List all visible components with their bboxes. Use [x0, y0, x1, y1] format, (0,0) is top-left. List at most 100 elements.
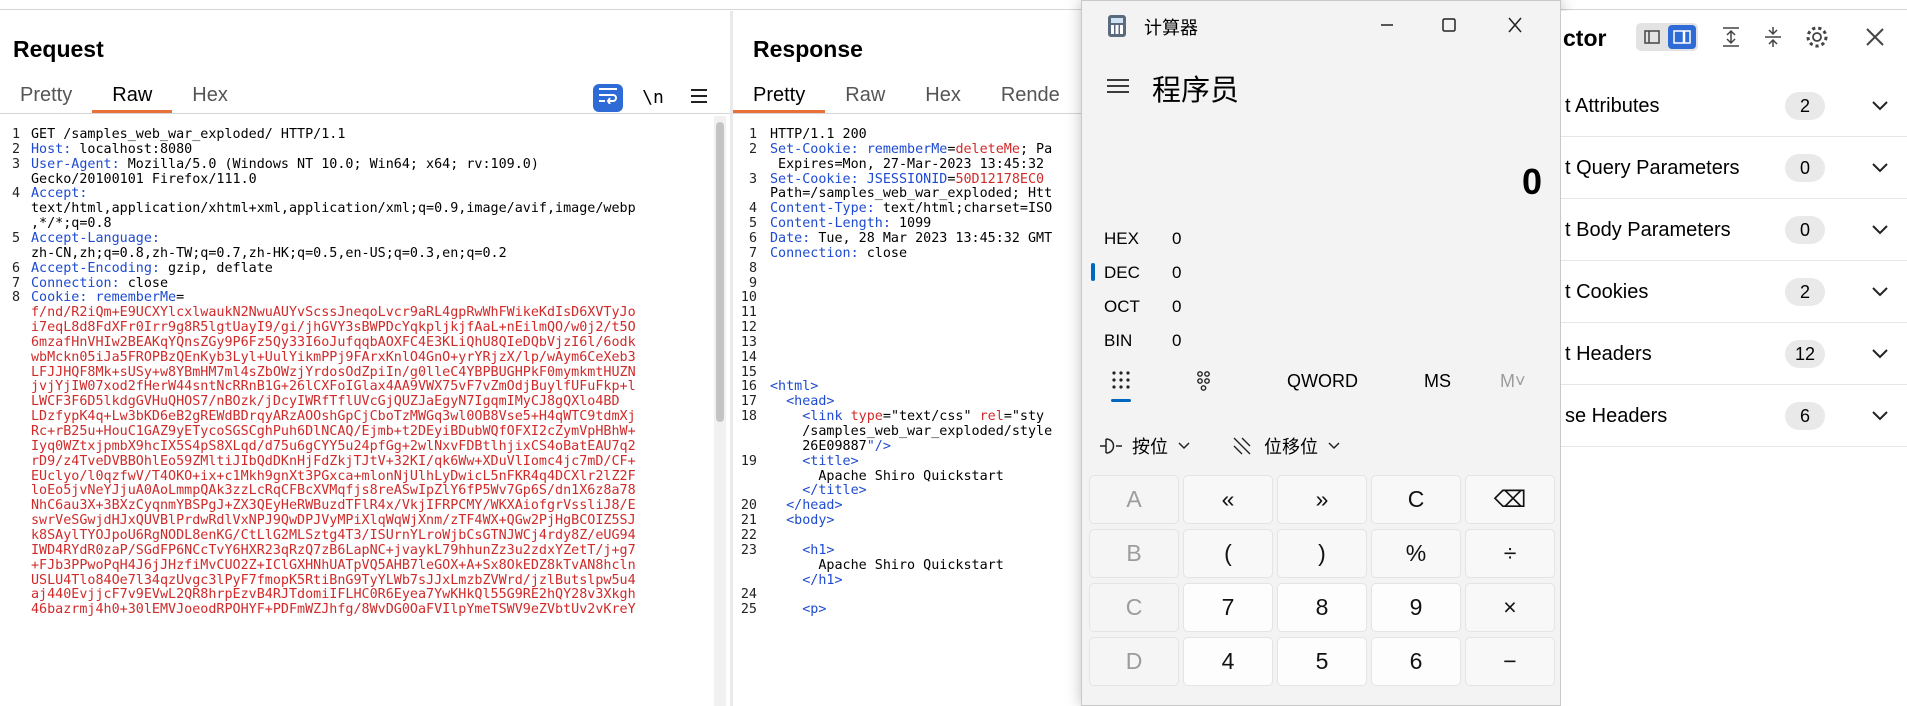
code-token: <head> [786, 394, 835, 410]
base-row-hex[interactable]: HEX 0 [1086, 221, 1526, 255]
gear-icon[interactable] [1804, 24, 1830, 50]
code-token: rel [979, 409, 1004, 425]
key-r2c1[interactable]: 7 [1183, 583, 1273, 632]
bit-shift-dropdown[interactable]: 位移位 [1230, 431, 1344, 461]
code-token: <link [802, 409, 851, 425]
scrollbar-thumb[interactable] [716, 122, 724, 422]
code-token: wbMckn05iJa5FROPBzQEnKyb3Lyl+UulYikmPPj9… [31, 349, 636, 365]
code-token: zh-CN,zh;q=0.8,zh-TW;q=0.7,zh-HK;q=0.5,e… [31, 245, 507, 261]
code-token: GET /samples_web_war_exploded/ HTTP/1.1 [31, 127, 346, 142]
menu-icon[interactable] [684, 84, 714, 112]
chevron-down-icon[interactable] [1868, 280, 1892, 304]
line-number: 25 [740, 602, 757, 618]
code-token: </h1> [802, 572, 843, 588]
key-r2c2[interactable]: 8 [1277, 583, 1367, 632]
chevron-down-icon[interactable] [1868, 404, 1892, 428]
code-token: ,*/*;q=0.8 [31, 216, 112, 232]
count-badge: 2 [1785, 92, 1825, 120]
chevron-down-icon [1178, 442, 1190, 450]
tab-raw[interactable]: Raw [825, 77, 905, 113]
side-layout-icon[interactable] [1668, 25, 1696, 49]
inspector-section[interactable]: t Body Parameters 0 [1561, 199, 1907, 261]
key-r0c4[interactable]: ⌫ [1465, 475, 1555, 524]
key-r3c3[interactable]: 6 [1371, 637, 1461, 686]
tab-pretty[interactable]: Pretty [733, 77, 826, 113]
code-token: Tue, 28 Mar 2023 13:45:32 GMT [810, 230, 1053, 246]
key-r1c2[interactable]: ) [1277, 529, 1367, 578]
expand-all-icon[interactable] [1719, 25, 1743, 49]
base-row-bin[interactable]: BIN 0 [1086, 323, 1526, 357]
tab-hex[interactable]: Hex [905, 77, 981, 113]
bitwise-dropdown[interactable]: 按位 [1098, 431, 1194, 461]
code-token: HTTP/1.1 200 [770, 127, 867, 142]
inspector-section[interactable]: t Cookies 2 [1561, 261, 1907, 323]
close-icon[interactable] [1500, 13, 1530, 37]
memory-store-button[interactable]: MS [1424, 371, 1451, 392]
key-hex-b[interactable]: B [1089, 529, 1179, 578]
key-hex-d[interactable]: D [1089, 637, 1179, 686]
inspector-section[interactable]: t Headers 12 [1561, 323, 1907, 385]
chevron-down-icon[interactable] [1868, 156, 1892, 180]
code-line: text/html,application/xhtml+xml,applicat… [31, 200, 636, 218]
code-token: close [119, 275, 169, 291]
key-r0c2[interactable]: » [1277, 475, 1367, 524]
key-r2c3[interactable]: 9 [1371, 583, 1461, 632]
code-line: </h1> [770, 572, 843, 590]
base-row-dec[interactable]: DEC 0 [1086, 255, 1526, 289]
chevron-down-icon[interactable] [1868, 218, 1892, 242]
key-r0c1[interactable]: « [1183, 475, 1273, 524]
inspector-section[interactable]: t Query Parameters 0 [1561, 137, 1907, 199]
memory-menu-button[interactable]: M˅ [1500, 371, 1526, 392]
minimize-icon[interactable] [1372, 13, 1402, 37]
inspector-section[interactable]: t Attributes 2 [1561, 75, 1907, 137]
inspector-section[interactable]: se Headers 6 [1561, 385, 1907, 447]
tab-raw[interactable]: Raw [92, 77, 173, 113]
key-hex-c[interactable]: C [1089, 583, 1179, 632]
chevron-down-icon[interactable] [1868, 94, 1892, 118]
hamburger-icon[interactable] [1104, 74, 1132, 98]
word-size-button[interactable]: QWORD [1287, 371, 1358, 392]
code-token: aj440EvjjcF7v9EVwL2QR8hrpEzvB4RJTdomiIFL… [31, 587, 636, 603]
key-r1c4[interactable]: ÷ [1465, 529, 1555, 578]
key-hex-a[interactable]: A [1089, 475, 1179, 524]
scrollbar[interactable] [714, 116, 726, 706]
key-r2c4[interactable]: × [1465, 583, 1555, 632]
code-token: </title> [802, 483, 867, 499]
base-row-oct[interactable]: OCT 0 [1086, 289, 1526, 323]
maximize-icon[interactable] [1434, 13, 1464, 37]
chevron-down-icon[interactable] [1868, 342, 1892, 366]
bitwise-icon [1100, 438, 1122, 454]
bit-toggle-icon[interactable] [1194, 369, 1216, 391]
chevron-down-icon [1328, 442, 1340, 450]
key-r3c4[interactable]: − [1465, 637, 1555, 686]
key-r3c1[interactable]: 4 [1183, 637, 1273, 686]
full-keypad-icon[interactable] [1110, 369, 1132, 391]
key-r1c3[interactable]: % [1371, 529, 1461, 578]
tab-hex[interactable]: Hex [172, 77, 248, 113]
code-token: IWD4RYdR0zaP/SGdFP6NCcTvY6HXR23qRzQ7zB6L… [31, 542, 636, 558]
list-layout-icon[interactable] [1638, 25, 1666, 49]
tab-render[interactable]: Rende [981, 77, 1080, 113]
tab-pretty[interactable]: Pretty [0, 77, 92, 113]
key-r0c3[interactable]: C [1371, 475, 1461, 524]
line-number: 5 [11, 230, 20, 246]
response-title: Response [753, 36, 863, 62]
close-icon[interactable] [1863, 25, 1887, 49]
response-panel: Response Pretty Raw Hex Rende 1 HTTP/1.1 … [733, 11, 1083, 706]
line-number: 4 [11, 186, 20, 202]
key-r1c1[interactable]: ( [1183, 529, 1273, 578]
code-token: swrVeSGwjdHJxQUVBlPrdwRdlVxNPJ9QwDPJVyMP… [31, 513, 636, 529]
newline-toggle[interactable]: \n [638, 84, 668, 112]
code-token: close [858, 245, 908, 261]
code-token: 26E09887 [770, 438, 867, 454]
wrap-lines-icon[interactable] [593, 84, 623, 112]
collapse-all-icon[interactable] [1761, 25, 1785, 49]
key-r3c2[interactable]: 5 [1277, 637, 1367, 686]
code-token: NhC6au3X+3BXzCyqnmYBSPgJ+ZX3QEyHeRWBuzdT… [31, 498, 636, 514]
code-line: <p> [770, 601, 826, 619]
active-indicator [1091, 263, 1095, 281]
